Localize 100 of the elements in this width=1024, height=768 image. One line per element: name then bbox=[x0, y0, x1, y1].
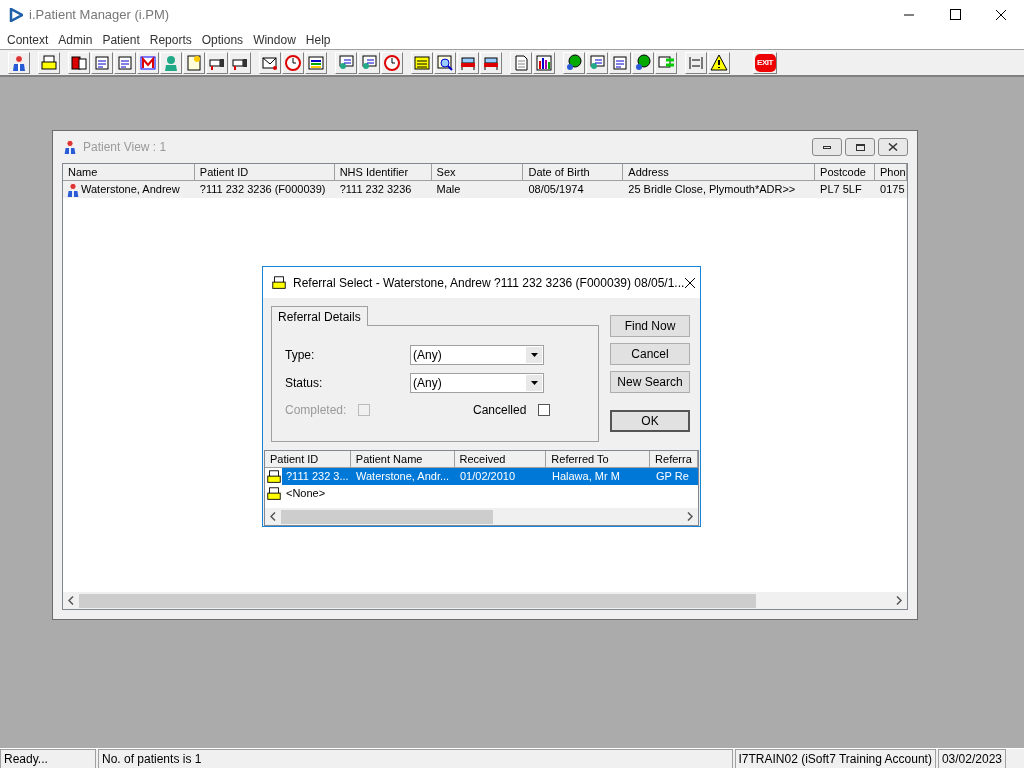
screen-icon bbox=[360, 53, 378, 72]
letter-icon bbox=[139, 53, 157, 72]
note-icon bbox=[185, 53, 203, 72]
menu-item[interactable]: Help bbox=[300, 30, 336, 49]
toolbar-button[interactable] bbox=[533, 51, 555, 74]
table-row[interactable]: <None> bbox=[282, 485, 698, 502]
column-header[interactable]: Address bbox=[623, 164, 816, 181]
patient-icon bbox=[65, 181, 81, 198]
chevron-right-icon[interactable] bbox=[687, 512, 693, 521]
form-icon bbox=[611, 53, 629, 72]
table-cell-text: Male bbox=[436, 182, 461, 198]
chevron-left-icon[interactable] bbox=[270, 512, 276, 521]
close-icon bbox=[888, 143, 898, 151]
horizontal-scrollbar[interactable] bbox=[63, 592, 907, 609]
checkbox-label: Cancelled bbox=[473, 402, 527, 419]
table-cell: 01/02/2010 bbox=[460, 470, 516, 483]
exit-button[interactable]: EXIT bbox=[753, 51, 777, 74]
table-row[interactable]: Waterstone, Andrew ?111 232 3236 (F000039) ?111 232 3236 Male 08/05/1974 25 Bridle Close, Plymouth*ADR>> PL7 5LF 0175 bbox=[63, 181, 907, 198]
table-cell-text: ?111 232 3236 (F000039) bbox=[199, 182, 326, 198]
toolbar-button[interactable] bbox=[434, 51, 456, 74]
menu-item[interactable]: Admin bbox=[53, 30, 98, 49]
clock-icon bbox=[284, 53, 302, 72]
checkbox-label: Completed: bbox=[285, 402, 347, 419]
caret-icon bbox=[530, 381, 538, 385]
book-icon bbox=[70, 53, 88, 72]
form-icon bbox=[116, 53, 134, 72]
horizontal-scrollbar[interactable] bbox=[265, 508, 698, 525]
dropdown[interactable]: (Any) bbox=[410, 345, 544, 365]
table-cell-text: PL7 5LF bbox=[820, 182, 862, 198]
app-logo-icon bbox=[9, 8, 23, 22]
tab[interactable]: Referral Details bbox=[271, 306, 368, 326]
window-title: i.Patient Manager (i.PM) bbox=[29, 6, 170, 25]
window-title: Patient View : 1 bbox=[83, 139, 167, 156]
scrollbar-thumb[interactable] bbox=[79, 593, 756, 608]
toolbar-button[interactable] bbox=[68, 51, 90, 74]
menu-item[interactable]: Window bbox=[248, 30, 301, 49]
printer-icon bbox=[40, 53, 58, 72]
column-header[interactable]: Received bbox=[454, 451, 547, 468]
checkbox[interactable] bbox=[538, 404, 551, 416]
warning-icon bbox=[710, 53, 728, 72]
column-header[interactable]: Sex bbox=[431, 164, 524, 181]
menu-item[interactable]: Context bbox=[2, 30, 54, 49]
printer-icon bbox=[271, 274, 287, 291]
table-cell: ?111 232 3... bbox=[286, 470, 349, 483]
field-label: Type: bbox=[285, 347, 316, 364]
table-cell-text: 08/05/1974 bbox=[528, 182, 584, 198]
menu-item[interactable]: Patient bbox=[97, 30, 145, 49]
table-cell-text: 0175 bbox=[880, 182, 905, 198]
column-header[interactable]: Referred To bbox=[546, 451, 651, 468]
table-cell-text: 25 Bridle Close, Plymouth*ADR>> bbox=[628, 182, 796, 198]
status-text: Ready... bbox=[0, 749, 96, 768]
chevron-left-icon[interactable] bbox=[68, 596, 74, 605]
close-button[interactable] bbox=[878, 138, 908, 156]
column-header[interactable]: Referra bbox=[650, 451, 698, 468]
menu-item[interactable]: Options bbox=[196, 30, 249, 49]
table-cell-text: Waterstone, Andrew bbox=[81, 182, 180, 198]
table-cell-text: ?111 232 3236 bbox=[339, 182, 412, 198]
dialog-title: Referral Select - Waterstone, Andrew ?111 232 3236 (F000039) 08/05/1... bbox=[293, 274, 685, 292]
table-cell: Halawa, Mr M bbox=[552, 470, 620, 483]
status-text: 03/02/2023 bbox=[937, 749, 1006, 768]
dialog-button[interactable]: OK bbox=[610, 410, 690, 432]
restore-icon bbox=[855, 143, 865, 151]
page-icon bbox=[512, 53, 530, 72]
status-text: I7TRAIN02 (iSoft7 Training Account) bbox=[734, 749, 936, 768]
caret-icon bbox=[530, 353, 538, 357]
column-header[interactable]: Patient ID bbox=[194, 164, 335, 181]
column-header[interactable]: Postcode bbox=[815, 164, 876, 181]
screen-icon bbox=[337, 53, 355, 72]
scrollbar-thumb[interactable] bbox=[281, 509, 493, 524]
table-row[interactable]: ?111 232 3... Waterstone, Andr... 01/02/2010 Halawa, Mr M GP Re bbox=[282, 468, 698, 485]
table-cell: GP Re bbox=[656, 470, 689, 483]
chevron-right-icon[interactable] bbox=[896, 596, 902, 605]
minimize-icon bbox=[823, 145, 831, 149]
toolbar-button[interactable] bbox=[305, 51, 327, 74]
column-header[interactable]: Phon bbox=[875, 164, 907, 181]
list-icon bbox=[307, 53, 325, 72]
table-cell: Waterstone, Andr... bbox=[356, 470, 450, 483]
bar-chart-icon bbox=[535, 53, 553, 72]
field-label: Status: bbox=[285, 375, 324, 392]
toolbar-button[interactable] bbox=[259, 51, 281, 74]
column-header[interactable]: Patient ID bbox=[265, 451, 351, 468]
toolbar-button[interactable] bbox=[708, 51, 730, 74]
notepad-icon bbox=[413, 53, 431, 72]
table-cell: <None> bbox=[286, 487, 326, 500]
restore-button[interactable] bbox=[845, 138, 875, 156]
form-icon bbox=[93, 53, 111, 72]
close-icon[interactable] bbox=[684, 276, 697, 289]
screen-icon bbox=[588, 53, 606, 72]
column-header[interactable]: Name bbox=[63, 164, 195, 181]
dialog-button[interactable]: Cancel bbox=[610, 343, 690, 365]
menu-item[interactable]: Reports bbox=[144, 30, 197, 49]
dialog-button[interactable]: New Search bbox=[610, 371, 690, 393]
column-header[interactable]: Date of Birth bbox=[523, 164, 624, 181]
minimize-button[interactable] bbox=[812, 138, 842, 156]
status-text: No. of patients is 1 bbox=[98, 749, 733, 768]
column-header[interactable]: Patient Name bbox=[350, 451, 455, 468]
search-icon bbox=[436, 53, 454, 72]
dialog-button[interactable]: Find Now bbox=[610, 315, 690, 337]
dropdown[interactable]: (Any) bbox=[410, 373, 544, 393]
column-header[interactable]: NHS Identifier bbox=[334, 164, 432, 181]
